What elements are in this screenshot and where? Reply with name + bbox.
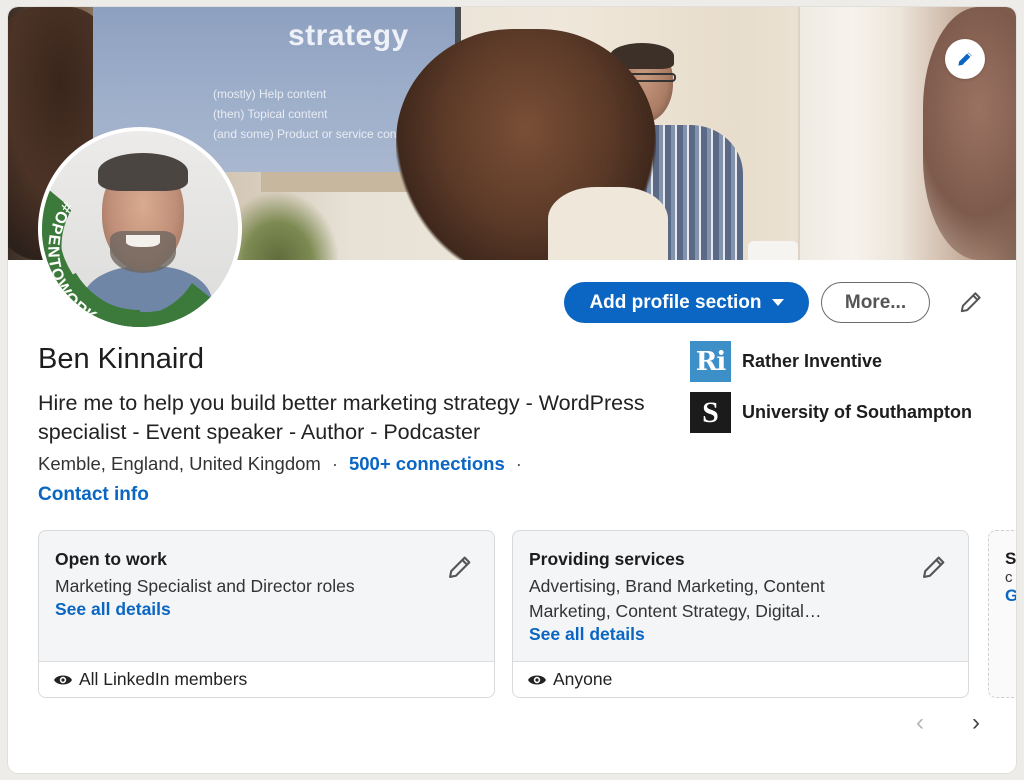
- peek-title: S: [1005, 549, 1016, 568]
- opentowork-frame: #OPENTOWORK: [42, 189, 212, 327]
- card-visibility: Anyone: [513, 661, 968, 697]
- banner-cups: [748, 241, 798, 260]
- pencil-icon: [449, 556, 471, 578]
- carousel-next-button[interactable]: ›: [964, 708, 988, 738]
- card-visibility: All LinkedIn members: [39, 661, 494, 697]
- pencil-icon: [923, 556, 945, 578]
- profile-headline: Hire me to help you build better marketi…: [38, 391, 645, 444]
- open-to-work-card: Open to work Marketing Specialist and Di…: [38, 530, 495, 698]
- location-row: Kemble, England, United Kingdom · 500+ c…: [38, 453, 533, 475]
- peek-text: c: [1005, 569, 1013, 586]
- add-profile-section-label: Add profile section: [589, 291, 762, 313]
- slide-title: strategy: [288, 19, 409, 52]
- add-profile-section-button[interactable]: Add profile section: [564, 282, 809, 323]
- slide-line: (mostly) Help content: [213, 87, 327, 101]
- org-rather-inventive[interactable]: Ri Rather Inventive: [690, 341, 882, 382]
- eye-icon: [528, 675, 546, 684]
- card-title: Open to work: [55, 549, 167, 569]
- banner-door: [798, 7, 903, 260]
- separator-dot: ·: [331, 453, 338, 474]
- profile-photo[interactable]: #OPENTOWORK: [38, 127, 242, 331]
- profile-name: Ben Kinnaird: [38, 343, 205, 375]
- visibility-label: All LinkedIn members: [79, 669, 248, 689]
- pencil-icon: [960, 292, 981, 313]
- peek-link: G: [1005, 586, 1016, 606]
- carousel-prev-button[interactable]: ‹: [908, 708, 932, 738]
- eye-icon: [54, 675, 72, 684]
- visibility-label: Anyone: [553, 669, 613, 689]
- company-logo: Ri: [690, 341, 731, 382]
- edit-services-button[interactable]: [920, 553, 948, 581]
- edit-banner-button[interactable]: [945, 39, 985, 79]
- university-logo: S: [690, 392, 731, 433]
- card-title: Providing services: [529, 549, 685, 569]
- slide-line: (and some) Product or service content: [213, 127, 417, 141]
- pencil-icon: [958, 52, 972, 66]
- slide-line: (then) Topical content: [213, 107, 328, 121]
- caret-down-icon: [771, 299, 784, 306]
- banner-audience-shoulder: [548, 187, 668, 260]
- see-all-details-link[interactable]: See all details: [55, 599, 478, 620]
- separator-dot: ·: [515, 453, 522, 474]
- contact-info-link[interactable]: Contact info: [38, 484, 149, 506]
- opentowork-text: #OPENTOWORK: [44, 199, 100, 327]
- org-name: University of Southampton: [742, 402, 973, 422]
- org-name: Rather Inventive: [742, 351, 883, 371]
- card-text: Advertising, Brand Marketing, Content Ma…: [529, 576, 825, 621]
- card-text: Marketing Specialist and Director roles: [55, 576, 355, 596]
- profile-card: strategy (mostly) Help content (then) To…: [8, 7, 1016, 773]
- avatar: #OPENTOWORK: [42, 131, 238, 327]
- org-university-of-southampton[interactable]: S University of Southampton: [690, 392, 972, 433]
- edit-intro-button[interactable]: [956, 287, 986, 317]
- see-all-details-link[interactable]: See all details: [529, 624, 952, 645]
- providing-services-card: Providing services Advertising, Brand Ma…: [512, 530, 969, 698]
- next-card-peek[interactable]: S c G: [988, 530, 1016, 698]
- edit-open-to-work-button[interactable]: [446, 553, 474, 581]
- more-button[interactable]: More...: [821, 282, 930, 323]
- profile-location: Kemble, England, United Kingdom: [38, 453, 321, 474]
- connections-link[interactable]: 500+ connections: [349, 453, 505, 475]
